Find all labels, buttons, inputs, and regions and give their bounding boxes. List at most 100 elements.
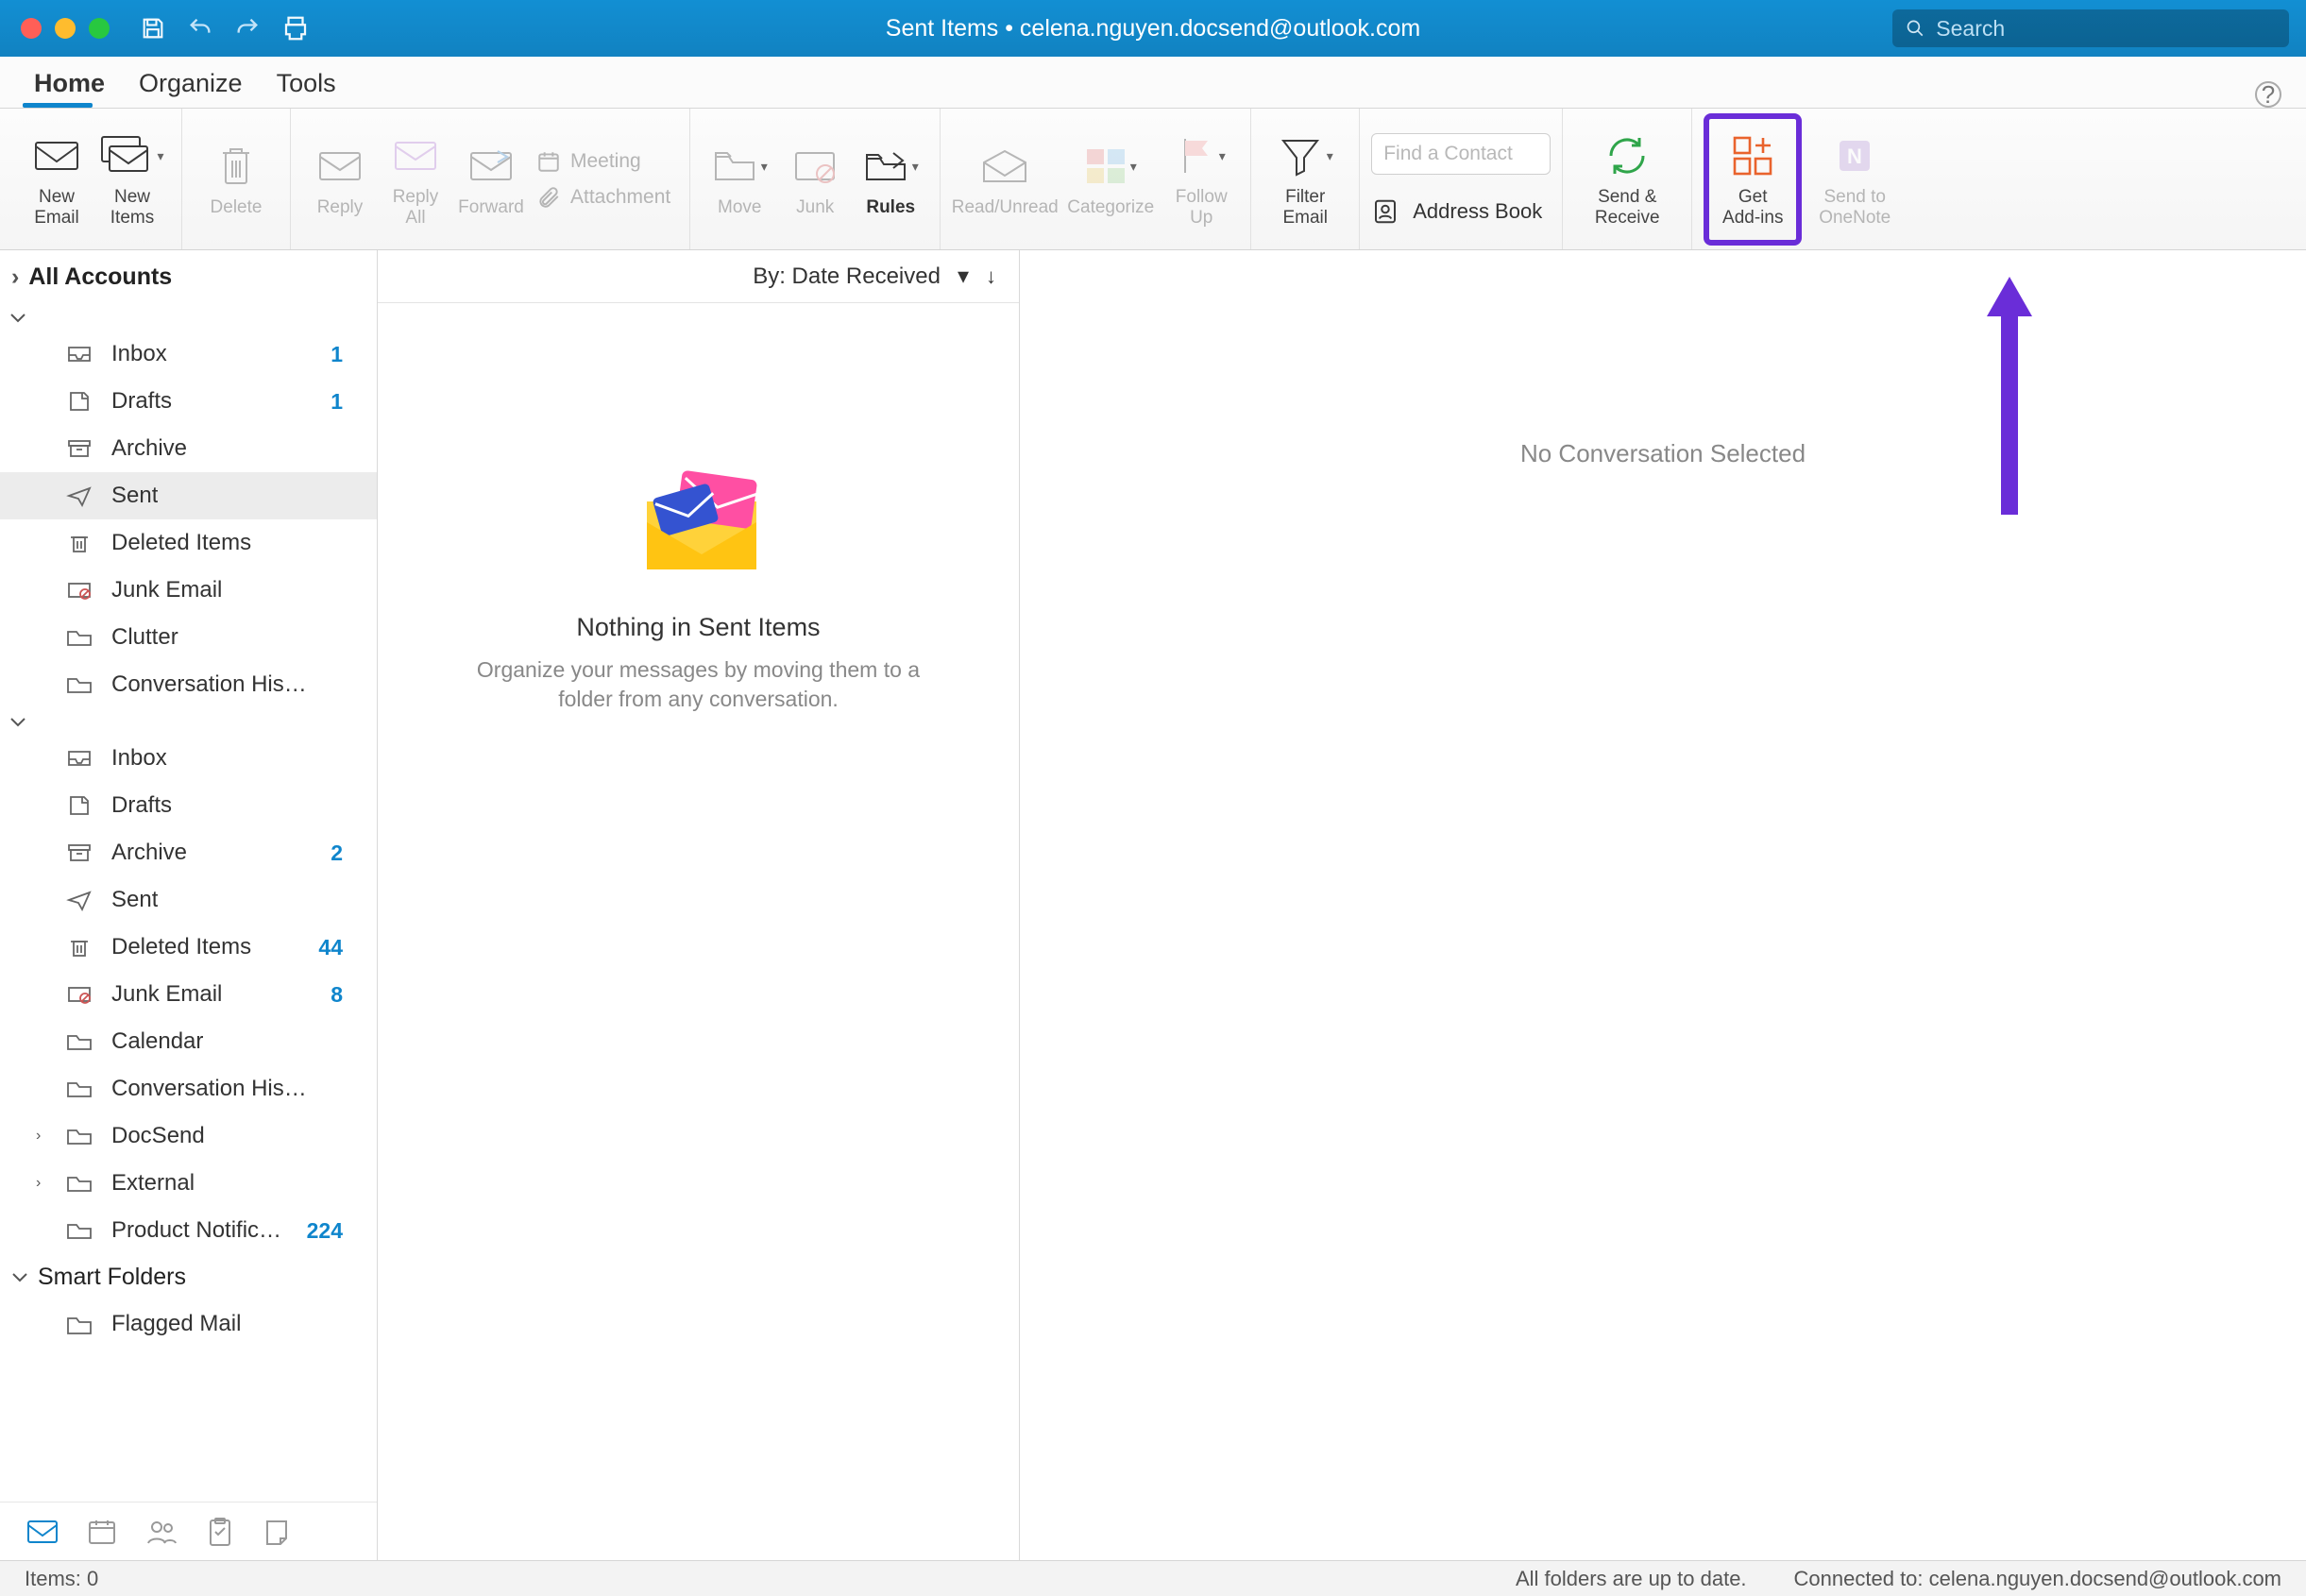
- junk-button[interactable]: Junk: [777, 123, 853, 236]
- redo-icon[interactable]: [234, 15, 261, 42]
- find-contact-input[interactable]: Find a Contact: [1371, 133, 1551, 175]
- folder-archive[interactable]: Archive: [0, 425, 377, 472]
- status-bar: Items: 0 All folders are up to date. Con…: [0, 1560, 2306, 1596]
- sort-direction-icon[interactable]: ↓: [986, 264, 996, 289]
- folder-inbox[interactable]: Inbox1: [0, 331, 377, 378]
- envelope-icon: [32, 137, 81, 175]
- folder-deleted-items[interactable]: Deleted Items: [0, 519, 377, 567]
- quick-access-toolbar: [140, 14, 310, 42]
- folder-move-icon: [712, 147, 757, 185]
- save-icon[interactable]: [140, 15, 166, 42]
- reply-all-icon: [394, 139, 437, 173]
- folder-type-icon: [66, 484, 93, 507]
- read-unread-button[interactable]: Read/Unread: [952, 123, 1058, 236]
- close-window-button[interactable]: [21, 18, 42, 39]
- fullscreen-window-button[interactable]: [89, 18, 110, 39]
- forward-icon: [469, 149, 513, 183]
- search-input[interactable]: [1934, 15, 2276, 42]
- folder-type-icon: [66, 936, 93, 959]
- junk-icon: [793, 147, 837, 185]
- delete-button[interactable]: Delete: [194, 123, 279, 236]
- folder-external[interactable]: ›External: [0, 1160, 377, 1207]
- reply-icon: [318, 149, 362, 183]
- folder-clutter[interactable]: Clutter: [0, 614, 377, 661]
- filter-email-button[interactable]: ▾ Filter Email: [1263, 123, 1348, 236]
- folder-docsend[interactable]: ›DocSend: [0, 1112, 377, 1160]
- folder-deleted-items[interactable]: Deleted Items44: [0, 924, 377, 971]
- list-sort-header[interactable]: By: Date Received ▾ ↓: [378, 250, 1019, 303]
- status-connected: Connected to: celena.nguyen.docsend@outl…: [1794, 1567, 2281, 1591]
- status-items: Items: 0: [25, 1567, 98, 1591]
- get-addins-button[interactable]: Get Add-ins: [1715, 123, 1790, 236]
- unread-count: 224: [307, 1218, 343, 1244]
- unread-count: 2: [331, 840, 343, 866]
- categorize-button[interactable]: ▾ Categorize: [1058, 123, 1163, 236]
- folder-type-icon: [66, 390, 93, 413]
- folder-sent[interactable]: Sent: [0, 876, 377, 924]
- nav-mail-icon[interactable]: [26, 1519, 59, 1545]
- folder-junk-email[interactable]: Junk Email8: [0, 971, 377, 1018]
- folder-archive[interactable]: Archive2: [0, 829, 377, 876]
- folder-type-icon: [66, 437, 93, 460]
- nav-people-icon[interactable]: [145, 1518, 178, 1546]
- folder-type-icon: [66, 841, 93, 864]
- account2-collapse[interactable]: [0, 708, 377, 735]
- chevron-right-icon: ›: [11, 263, 19, 291]
- folder-drafts[interactable]: Drafts: [0, 782, 377, 829]
- no-conversation-label: No Conversation Selected: [1520, 439, 1806, 468]
- nav-calendar-icon[interactable]: [87, 1518, 117, 1546]
- folder-product-notific-[interactable]: Product Notific…224: [0, 1207, 377, 1254]
- tab-underline: [23, 103, 93, 108]
- unread-count: 1: [331, 342, 343, 367]
- new-items-button[interactable]: ▾ New Items: [94, 123, 170, 236]
- reply-button[interactable]: Reply: [302, 123, 378, 236]
- attachment-button[interactable]: Attachment: [536, 185, 670, 210]
- minimize-window-button[interactable]: [55, 18, 76, 39]
- account1-collapse[interactable]: [0, 304, 377, 331]
- nav-tasks-icon[interactable]: [206, 1517, 234, 1547]
- all-accounts-header[interactable]: › All Accounts: [0, 250, 377, 304]
- empty-title: Nothing in Sent Items: [576, 613, 820, 642]
- folder-type-icon: [66, 626, 93, 649]
- help-icon[interactable]: ?: [2255, 81, 2281, 108]
- folder-calendar[interactable]: Calendar: [0, 1018, 377, 1065]
- window-controls: [21, 18, 110, 39]
- nav-notes-icon[interactable]: [263, 1518, 291, 1546]
- folder-type-icon: [66, 673, 93, 696]
- svg-text:N: N: [1847, 144, 1862, 168]
- tab-tools[interactable]: Tools: [260, 59, 353, 108]
- send-receive-button[interactable]: Send & Receive: [1574, 123, 1680, 236]
- move-button[interactable]: ▾ Move: [702, 123, 777, 236]
- address-book-button[interactable]: Address Book: [1371, 197, 1551, 226]
- folder-inbox[interactable]: Inbox: [0, 735, 377, 782]
- folder-conversation-history[interactable]: Conversation History: [0, 661, 377, 708]
- tab-home[interactable]: Home: [17, 59, 122, 108]
- folder-type-icon: [66, 747, 93, 770]
- send-to-onenote-button[interactable]: N Send to OneNote: [1802, 123, 1908, 236]
- folder-drafts[interactable]: Drafts1: [0, 378, 377, 425]
- reading-pane: No Conversation Selected: [1020, 250, 2306, 1560]
- unread-count: 1: [331, 389, 343, 415]
- calendar-icon: [536, 149, 561, 174]
- global-search[interactable]: [1892, 9, 2289, 47]
- forward-button[interactable]: Forward: [453, 123, 529, 236]
- reply-all-button[interactable]: Reply All: [378, 123, 453, 236]
- folder-conversation-history[interactable]: Conversation History: [0, 1065, 377, 1112]
- rules-button[interactable]: ▾ Rules: [853, 123, 928, 236]
- new-email-button[interactable]: New Email: [19, 123, 94, 236]
- folder-type-icon: [66, 983, 93, 1006]
- smart-folders-header[interactable]: Smart Folders: [0, 1254, 377, 1300]
- folder-junk-email[interactable]: Junk Email: [0, 567, 377, 614]
- folder-type-icon: [66, 579, 93, 602]
- undo-icon[interactable]: [187, 15, 213, 42]
- tab-organize[interactable]: Organize: [122, 59, 260, 108]
- chevron-down-icon: [9, 312, 26, 325]
- folder-type-icon: [66, 1078, 93, 1100]
- folder-type-icon: [66, 1172, 93, 1195]
- follow-up-button[interactable]: ▾ Follow Up: [1163, 123, 1239, 236]
- print-icon[interactable]: [281, 14, 310, 42]
- folder-sent[interactable]: Sent: [0, 472, 377, 519]
- meeting-button[interactable]: Meeting: [536, 149, 670, 174]
- folder-flagged-mail[interactable]: Flagged Mail: [0, 1300, 377, 1348]
- categorize-icon: [1085, 147, 1127, 185]
